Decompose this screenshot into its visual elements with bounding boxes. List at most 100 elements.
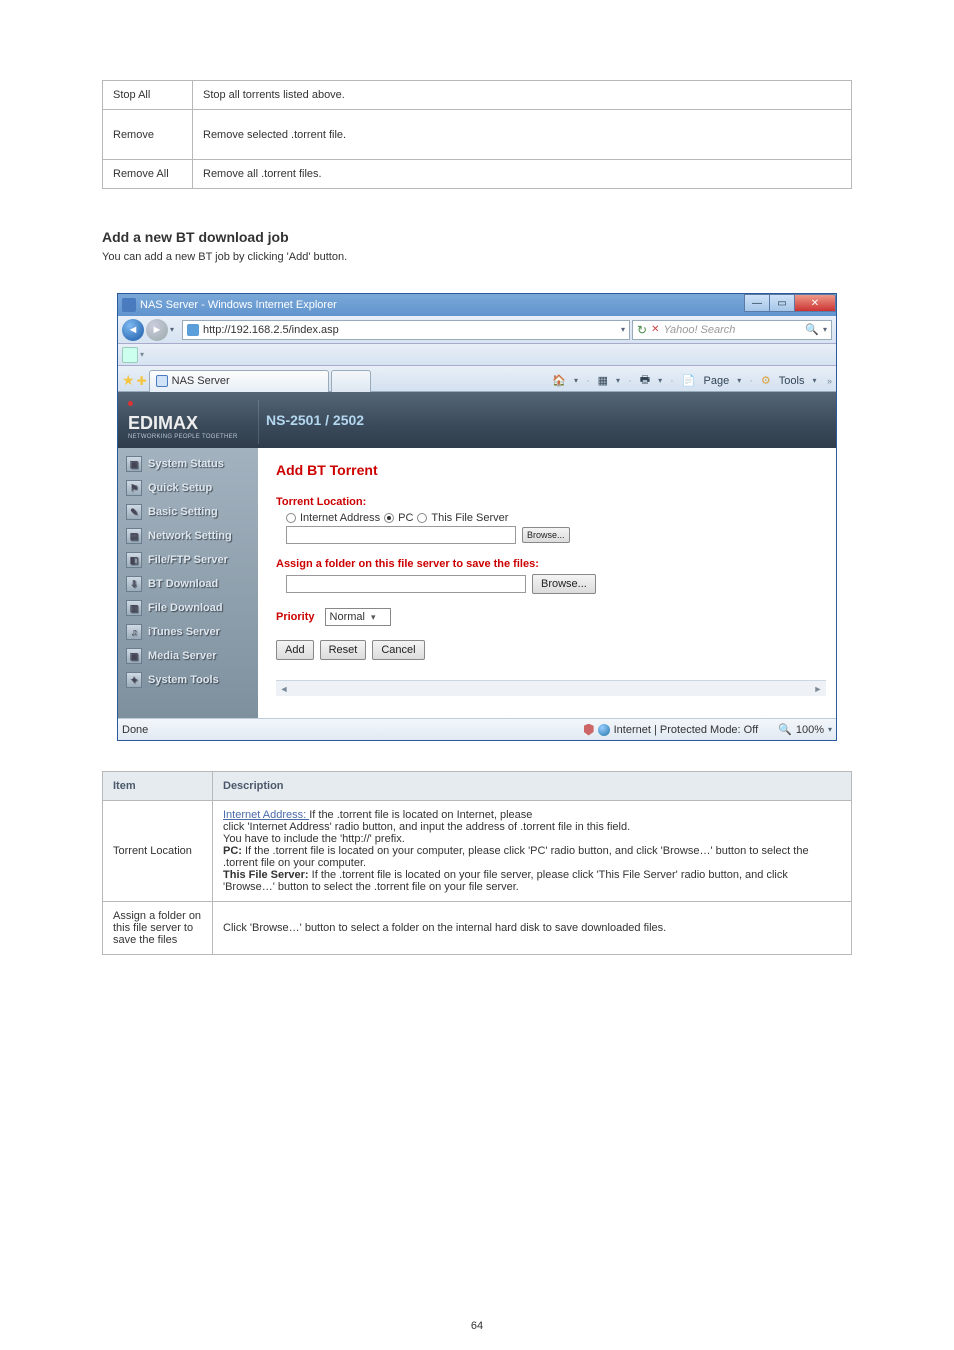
radio-pc[interactable] [384, 513, 394, 523]
sidebar-item-network-setting[interactable]: ▤Network Setting [118, 524, 258, 548]
priority-select[interactable]: Normal [325, 608, 391, 626]
cell-key: Assign a folder on this file server to s… [103, 902, 213, 955]
page-title: Add BT Torrent [276, 462, 826, 478]
this-server-term: This File Server: [223, 869, 312, 881]
cell-val: Click 'Browse…' button to select a folde… [213, 902, 852, 955]
cell-key: Remove All [103, 160, 193, 189]
command-bar: 🏠▾ · ▦▾ · 🖶▾ · 📄 Page▾ · ⚙ Tools▾ » [552, 371, 832, 390]
tools-icon: ✦ [126, 672, 142, 688]
radio-this-label: This File Server [431, 512, 508, 524]
cell-val: Remove selected .torrent file. [193, 110, 852, 160]
address-bar-row: ◄ ► ▾ http://192.168.2.5/index.asp ▾ ↻ ✕… [118, 316, 836, 344]
tab-row: ★ ✚ NAS Server 🏠▾ · ▦▾ · 🖶▾ · 📄 Page▾ · … [118, 366, 836, 392]
browser-window: NAS Server - Windows Internet Explorer —… [117, 293, 837, 741]
nav-history-dropdown[interactable]: ▾ [170, 325, 180, 334]
feeds-icon[interactable]: ▦ [598, 374, 608, 387]
horizontal-scrollbar[interactable]: ◄ ► [276, 680, 826, 696]
cell-val: Internet Address: If the .torrent file i… [213, 801, 852, 902]
zoom-value: 100% [796, 724, 824, 736]
search-icon[interactable]: 🔍 [805, 323, 819, 336]
tab-label: NAS Server [172, 375, 230, 387]
favorites-star-icon[interactable]: ★ [122, 372, 135, 389]
search-dropdown-icon[interactable]: ▾ [823, 325, 827, 334]
nas-sidebar: ▣System Status ⚑Quick Setup ✎Basic Setti… [118, 448, 258, 718]
new-tab-button[interactable] [331, 370, 371, 392]
tools-menu[interactable]: Tools [779, 375, 805, 387]
scroll-left-icon[interactable]: ◄ [276, 684, 292, 694]
add-button[interactable]: Add [276, 640, 314, 660]
links-icon[interactable] [122, 347, 138, 363]
col-item: Item [103, 772, 213, 801]
radio-pc-label: PC [398, 512, 413, 524]
nas-header: EDIMAX NETWORKING PEOPLE TOGETHER NS-250… [118, 392, 836, 448]
radio-internet-address[interactable] [286, 513, 296, 523]
zoom-icon: 🔍 [778, 723, 792, 736]
nas-model-label: NS-2501 / 2502 [266, 412, 364, 428]
cancel-button[interactable]: Cancel [372, 640, 424, 660]
stop-icon[interactable]: ✕ [651, 324, 659, 335]
status-text: Done [122, 724, 148, 736]
nas-main-panel: Add BT Torrent Torrent Location: Interne… [258, 448, 836, 718]
zoom-dropdown-icon[interactable]: ▾ [828, 725, 832, 734]
internet-address-term: Internet Address: [223, 809, 309, 821]
torrent-path-input[interactable] [286, 526, 516, 544]
forward-button[interactable]: ► [146, 319, 168, 341]
radio-this-server[interactable] [417, 513, 427, 523]
pc-term: PC: [223, 845, 245, 857]
cell-key: Remove [103, 110, 193, 160]
site-icon [187, 324, 199, 336]
save-folder-input[interactable] [286, 575, 526, 593]
reset-button[interactable]: Reset [320, 640, 367, 660]
tab-nas-server[interactable]: NAS Server [149, 370, 329, 392]
bt-icon: ⇩ [126, 576, 142, 592]
sidebar-item-quick-setup[interactable]: ⚑Quick Setup [118, 476, 258, 500]
browse-folder-button[interactable]: Browse... [532, 574, 596, 594]
basic-icon: ✎ [126, 504, 142, 520]
sidebar-item-itunes-server[interactable]: ♫iTunes Server [118, 620, 258, 644]
sidebar-item-file-download[interactable]: ▥File Download [118, 596, 258, 620]
cell-val: Stop all torrents listed above. [193, 81, 852, 110]
tools-menu-icon: ⚙ [761, 374, 771, 387]
sidebar-item-bt-download[interactable]: ⇩BT Download [118, 572, 258, 596]
links-dropdown-icon[interactable]: ▾ [140, 350, 144, 359]
edimax-logo: EDIMAX NETWORKING PEOPLE TOGETHER [118, 401, 250, 440]
sidebar-item-media-server[interactable]: ▣Media Server [118, 644, 258, 668]
search-placeholder: Yahoo! Search [663, 324, 801, 336]
add-favorite-icon[interactable]: ✚ [137, 374, 147, 388]
browse-torrent-button[interactable]: Browse... [522, 527, 570, 543]
logo-brand: EDIMAX [128, 413, 250, 434]
sidebar-item-file-ftp-server[interactable]: ◧File/FTP Server [118, 548, 258, 572]
minimize-button[interactable]: — [744, 294, 770, 312]
sidebar-item-basic-setting[interactable]: ✎Basic Setting [118, 500, 258, 524]
address-dropdown-icon[interactable]: ▾ [621, 325, 625, 334]
cell-key: Torrent Location [103, 801, 213, 902]
home-icon[interactable]: 🏠 [552, 374, 566, 387]
assign-folder-label: Assign a folder on this file server to s… [276, 558, 826, 570]
scroll-right-icon[interactable]: ► [810, 684, 826, 694]
sidebar-item-system-status[interactable]: ▣System Status [118, 452, 258, 476]
nas-admin-page: EDIMAX NETWORKING PEOPLE TOGETHER NS-250… [118, 392, 836, 718]
itunes-icon: ♫ [126, 624, 142, 640]
definition-table-bottom: Item Description Torrent Location Intern… [102, 771, 852, 955]
address-input[interactable]: http://192.168.2.5/index.asp ▾ [182, 320, 630, 340]
back-button[interactable]: ◄ [122, 319, 144, 341]
page-menu[interactable]: Page [704, 375, 730, 387]
media-icon: ▣ [126, 648, 142, 664]
print-icon[interactable]: 🖶 [640, 371, 650, 390]
ftp-icon: ◧ [126, 552, 142, 568]
cell-val: Remove all .torrent files. [193, 160, 852, 189]
maximize-button[interactable]: ▭ [769, 294, 795, 312]
sidebar-item-system-tools[interactable]: ✦System Tools [118, 668, 258, 692]
section-description: You can add a new BT job by clicking 'Ad… [102, 251, 852, 263]
filedl-icon: ▥ [126, 600, 142, 616]
search-box[interactable]: ↻ ✕ Yahoo! Search 🔍 ▾ [632, 320, 832, 340]
refresh-icon[interactable]: ↻ [637, 323, 647, 337]
status-bar: Done Internet | Protected Mode: Off 🔍 10… [118, 718, 836, 740]
internet-zone-icon [598, 724, 610, 736]
close-button[interactable]: ✕ [794, 294, 836, 312]
logo-tagline: NETWORKING PEOPLE TOGETHER [128, 434, 250, 440]
definition-table-top: Stop AllStop all torrents listed above. … [102, 80, 852, 189]
cell-key: Stop All [103, 81, 193, 110]
network-icon: ▤ [126, 528, 142, 544]
window-titlebar: NAS Server - Windows Internet Explorer —… [118, 294, 836, 316]
